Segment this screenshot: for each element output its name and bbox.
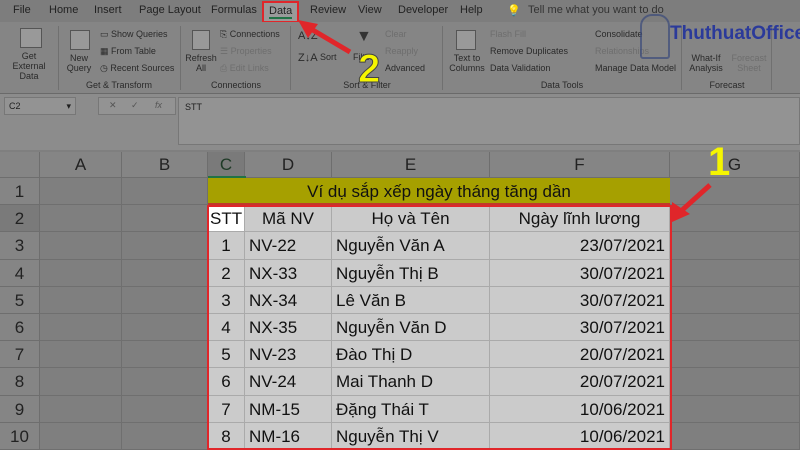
annotation-overlay: 2 1 <box>298 20 730 222</box>
arrow-to-data-tab <box>298 20 352 55</box>
step-2-label: 2 <box>358 47 380 91</box>
arrow-to-table <box>672 183 712 222</box>
step-1-label: 1 <box>708 140 730 184</box>
